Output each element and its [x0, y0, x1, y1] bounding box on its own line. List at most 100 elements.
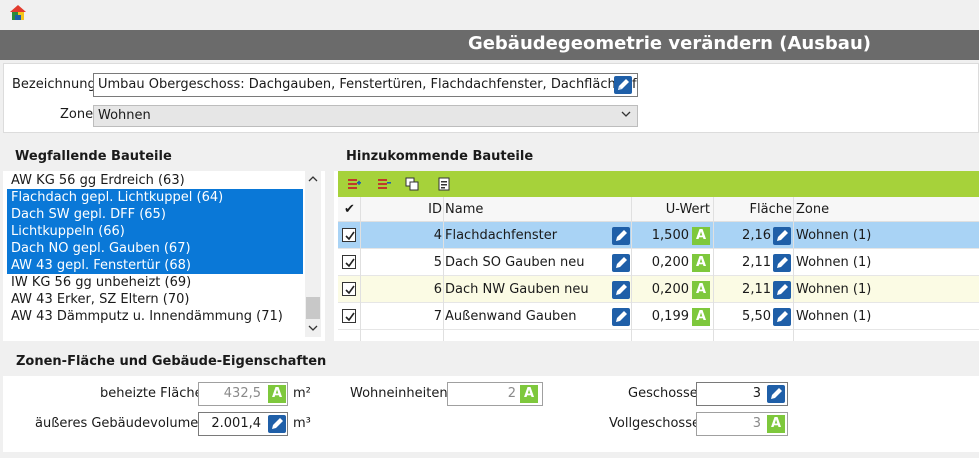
column-divider: [631, 197, 632, 341]
row-uwert: 0,200: [651, 282, 689, 297]
auto-value-badge[interactable]: A: [692, 308, 710, 326]
row-uwert: 0,200: [651, 255, 689, 270]
add-component-icon[interactable]: [346, 176, 362, 192]
paste-icon[interactable]: [436, 176, 452, 192]
list-item[interactable]: Lichtkuppeln (66): [7, 223, 303, 240]
list-item[interactable]: AW 43 gepl. Fenstertür (68): [7, 257, 303, 274]
edit-geschosse-button[interactable]: [767, 385, 785, 403]
table-row[interactable]: 6 Dach NW Gauben neu 0,200 A 2,11 Wohnen…: [338, 276, 979, 303]
removed-components-list[interactable]: AW KG 56 gg Erdreich (63) Flachdach gepl…: [7, 171, 321, 337]
zone-value: Wohnen: [98, 108, 151, 123]
chevron-up-icon[interactable]: [308, 175, 318, 183]
row-checkbox[interactable]: [342, 282, 356, 296]
pencil-icon: [618, 79, 629, 90]
bezeichnung-label: Bezeichnung: [12, 77, 96, 92]
row-zone: Wohnen (1): [796, 255, 872, 270]
scrollbar-thumb[interactable]: [306, 297, 320, 319]
edit-row-button[interactable]: [612, 254, 630, 272]
table-row[interactable]: 4 Flachdachfenster 1,500 A 2,16 Wohnen (…: [338, 222, 979, 249]
row-zone: Wohnen (1): [796, 228, 872, 243]
auto-value-badge[interactable]: A: [692, 281, 710, 299]
edit-flaeche-button[interactable]: [773, 254, 791, 272]
beheizte-flaeche-value: 432,5: [223, 386, 261, 401]
row-checkbox[interactable]: [342, 255, 356, 269]
wohneinheiten-label: Wohneinheiten: [350, 386, 448, 401]
row-uwert: 1,500: [651, 228, 689, 243]
edit-flaeche-button[interactable]: [773, 308, 791, 326]
zone-label: Zone: [60, 107, 94, 122]
column-flaeche-header[interactable]: Fläche: [718, 197, 792, 222]
row-flaeche: 2,11: [742, 255, 771, 270]
row-name: Außenwand Gauben: [445, 309, 577, 324]
list-item[interactable]: AW 43 Dämmputz u. Innendämmung (71): [7, 308, 303, 325]
pencil-icon: [616, 257, 627, 268]
zone-properties-heading: Zonen-Fläche und Gebäude-Eigenschaften: [3, 348, 979, 376]
added-components-panel: Hinzukommende Bauteile ✔ ID Name U-Wert …: [334, 143, 979, 341]
row-id: 6: [433, 282, 442, 297]
volumen-unit: m³: [293, 416, 311, 431]
pencil-icon: [272, 418, 283, 429]
list-item[interactable]: AW KG 56 gg Erdreich (63): [7, 172, 303, 189]
column-zone-header[interactable]: Zone: [796, 197, 829, 222]
row-zone: Wohnen (1): [796, 309, 872, 324]
pencil-icon: [616, 311, 627, 322]
title-bar: Gebäudegeometrie verändern (Ausbau): [0, 30, 979, 60]
added-components-heading: Hinzukommende Bauteile: [334, 143, 979, 171]
removed-components-heading: Wegfallende Bauteile: [3, 143, 325, 171]
row-id: 5: [433, 255, 442, 270]
checkmark-icon: [345, 285, 355, 295]
pencil-icon: [777, 257, 788, 268]
column-divider: [360, 197, 361, 341]
house-app-icon: [9, 4, 27, 22]
pencil-icon: [616, 284, 627, 295]
edit-row-button[interactable]: [612, 227, 630, 245]
auto-value-badge[interactable]: A: [692, 227, 710, 245]
list-item[interactable]: Dach NO gepl. Gauben (67): [7, 240, 303, 257]
auto-value-badge[interactable]: A: [520, 385, 538, 403]
auto-value-badge[interactable]: A: [767, 415, 785, 433]
auto-value-badge[interactable]: A: [692, 254, 710, 272]
bezeichnung-input[interactable]: Umbau Obergeschoss: Dachgauben, Fenstert…: [93, 73, 638, 97]
row-checkbox[interactable]: [342, 228, 356, 242]
list-scrollbar[interactable]: [305, 171, 321, 337]
general-panel: Bezeichnung Umbau Obergeschoss: Dachgaub…: [3, 63, 979, 133]
list-item[interactable]: AW 43 Erker, SZ Eltern (70): [7, 291, 303, 308]
vollgeschosse-value: 3: [752, 416, 761, 431]
edit-flaeche-button[interactable]: [773, 227, 791, 245]
bezeichnung-value: Umbau Obergeschoss: Dachgauben, Fenstert…: [98, 77, 638, 92]
edit-flaeche-button[interactable]: [773, 281, 791, 299]
geschosse-value: 3: [752, 386, 761, 401]
removed-components-panel: Wegfallende Bauteile AW KG 56 gg Erdreic…: [3, 143, 325, 341]
pencil-icon: [771, 388, 782, 399]
volumen-label: äußeres Gebäudevolumen: [35, 416, 207, 431]
auto-value-badge[interactable]: A: [268, 385, 286, 403]
column-id-header[interactable]: ID: [402, 197, 442, 222]
remove-component-icon[interactable]: [376, 176, 392, 192]
page-title: Gebäudegeometrie verändern (Ausbau): [467, 33, 871, 54]
pencil-icon: [616, 230, 627, 241]
beheizte-flaeche-label: beheizte Fläche: [100, 386, 203, 401]
pencil-icon: [777, 284, 788, 295]
column-name-header[interactable]: Name: [445, 197, 483, 222]
table-row[interactable]: 5 Dach SO Gauben neu 0,200 A 2,11 Wohnen…: [338, 249, 979, 276]
list-item[interactable]: Dach SW gepl. DFF (65): [7, 206, 303, 223]
row-id: 7: [433, 309, 442, 324]
copy-icon[interactable]: [404, 176, 420, 192]
zone-select[interactable]: Wohnen: [93, 105, 638, 127]
edit-volumen-button[interactable]: [268, 415, 286, 433]
pencil-icon: [777, 311, 788, 322]
list-item[interactable]: Flachdach gepl. Lichtkuppel (64): [7, 189, 303, 206]
row-checkbox[interactable]: [342, 309, 356, 323]
edit-row-button[interactable]: [612, 308, 630, 326]
list-item[interactable]: IW KG 56 gg unbeheizt (69): [7, 274, 303, 291]
checkmark-icon: [345, 312, 355, 322]
checkmark-icon: [345, 231, 355, 241]
column-divider: [443, 197, 444, 341]
edit-bezeichnung-button[interactable]: [614, 76, 632, 94]
table-row[interactable]: 7 Außenwand Gauben 0,199 A 5,50 Wohnen (…: [338, 303, 979, 330]
edit-row-button[interactable]: [612, 281, 630, 299]
zone-properties-panel: Zonen-Fläche und Gebäude-Eigenschaften b…: [3, 348, 979, 452]
column-uwert-header[interactable]: U-Wert: [638, 197, 710, 222]
chevron-down-icon[interactable]: [308, 324, 318, 332]
pencil-icon: [777, 230, 788, 241]
